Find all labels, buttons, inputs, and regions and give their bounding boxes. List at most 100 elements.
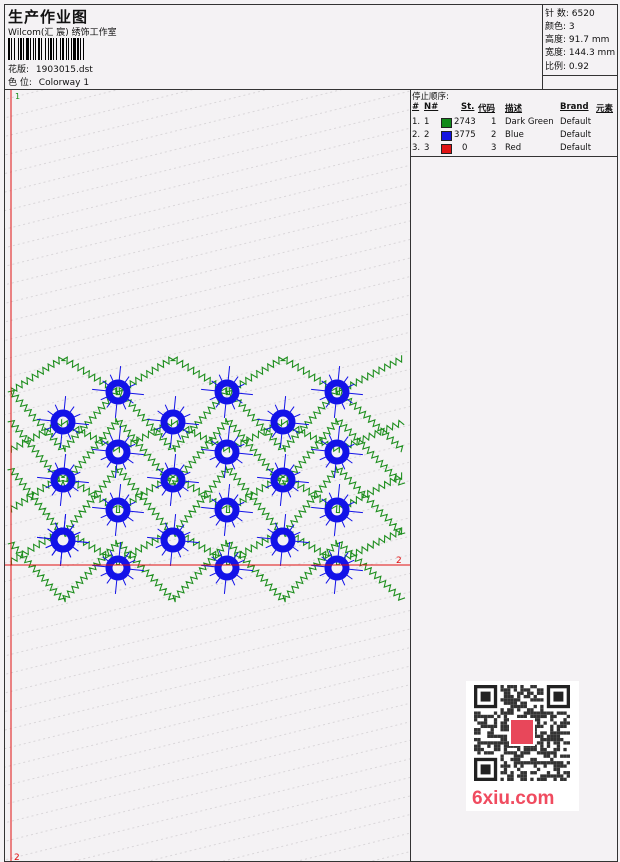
qr-module: [483, 718, 488, 722]
qr-module: [497, 744, 501, 748]
qr-module: [536, 691, 541, 695]
row-needle: 3: [424, 143, 430, 153]
qr-module: [487, 741, 491, 745]
qr-module: [513, 688, 518, 692]
qr-module: [507, 774, 511, 778]
qr-module: [556, 744, 561, 748]
qr-module: [523, 688, 527, 692]
qr-module: [536, 741, 541, 745]
qr-module: [480, 741, 484, 745]
qr-module: [536, 761, 541, 765]
qr-module: [536, 714, 541, 719]
qr-module: [493, 741, 498, 745]
qr-module: [560, 711, 564, 715]
qr-module: [474, 728, 478, 732]
qr-module: [526, 688, 531, 692]
qr-module: [540, 691, 544, 695]
qr-module: [497, 734, 501, 738]
qr-module: [526, 694, 531, 699]
qr-module: [507, 698, 511, 702]
qr-module: [556, 724, 561, 729]
qr-module: [517, 761, 521, 765]
design-file-label: 花版:: [8, 65, 30, 75]
qr-module: [507, 694, 511, 699]
qr-module: [517, 708, 521, 712]
qr-module: [540, 731, 544, 735]
qr-module: [530, 685, 534, 689]
qr-module: [566, 774, 570, 778]
qr-module: [553, 734, 557, 738]
qr-module: [523, 704, 527, 709]
row-needle: 1: [424, 117, 430, 127]
qr-module: [503, 711, 508, 715]
qr-module: [553, 754, 557, 758]
qr-module: [533, 685, 537, 689]
qr-module: [513, 757, 518, 762]
qr-module: [563, 777, 567, 781]
qr-module: [530, 747, 534, 752]
stat-value: 0.92: [568, 62, 589, 72]
qr-module: [474, 744, 478, 748]
qr-module: [556, 728, 561, 732]
col-header: 代码: [478, 104, 496, 114]
qr-module: [487, 731, 491, 735]
qr-module: [503, 694, 508, 699]
qr-module: [540, 734, 544, 738]
qr-module: [477, 744, 481, 748]
qr-module: [536, 718, 541, 722]
qr-module: [487, 734, 491, 738]
qr-module: [536, 698, 541, 702]
qr-module: [556, 741, 561, 745]
qr-module: [500, 777, 504, 781]
qr-module: [523, 714, 527, 719]
qr-module: [536, 688, 541, 692]
qr-module: [490, 724, 494, 729]
qr-module: [520, 714, 524, 719]
qr-module: [543, 721, 547, 725]
qr-module: [540, 714, 544, 719]
qr-module: [556, 734, 561, 738]
qr-module: [487, 724, 491, 729]
qr-module: [493, 744, 498, 748]
qr-module: [503, 734, 508, 738]
qr-module: [500, 737, 504, 742]
qr-module: [540, 747, 544, 752]
qr-module: [493, 724, 498, 729]
stat-label: 比例:: [545, 62, 567, 72]
qr-module: [540, 688, 544, 692]
qr-module: [546, 737, 551, 742]
qr-module: [513, 764, 518, 768]
qr-module: [490, 731, 494, 735]
qr-module: [563, 731, 567, 735]
qr-module: [553, 767, 557, 772]
qr-module: [520, 771, 524, 775]
qr-module: [474, 714, 478, 719]
qr-module: [474, 711, 478, 715]
qr-module: [520, 685, 524, 689]
qr-module: [566, 714, 570, 719]
qr-module: [517, 774, 521, 778]
qr-module: [566, 741, 570, 745]
qr-module: [543, 774, 547, 778]
qr-module: [510, 777, 514, 781]
qr-module: [497, 714, 501, 719]
qr-module: [510, 694, 514, 699]
barcode-bar: [84, 38, 85, 60]
qr-module: [543, 747, 547, 752]
qr-module: [533, 694, 537, 699]
qr-module: [503, 744, 508, 748]
qr-module: [546, 741, 551, 745]
qr-module: [517, 754, 521, 758]
qr-module: [520, 701, 524, 705]
qr-module: [523, 701, 527, 705]
qr-module: [553, 731, 557, 735]
qr-finder: [553, 691, 564, 702]
qr-module: [546, 774, 551, 778]
qr-module: [483, 714, 488, 719]
stat-value: 3: [568, 22, 575, 32]
qr-module: [500, 724, 504, 729]
qr-module: [543, 711, 547, 715]
qr-module: [510, 774, 514, 778]
qr-module: [503, 691, 508, 695]
qr-module: [533, 757, 537, 762]
